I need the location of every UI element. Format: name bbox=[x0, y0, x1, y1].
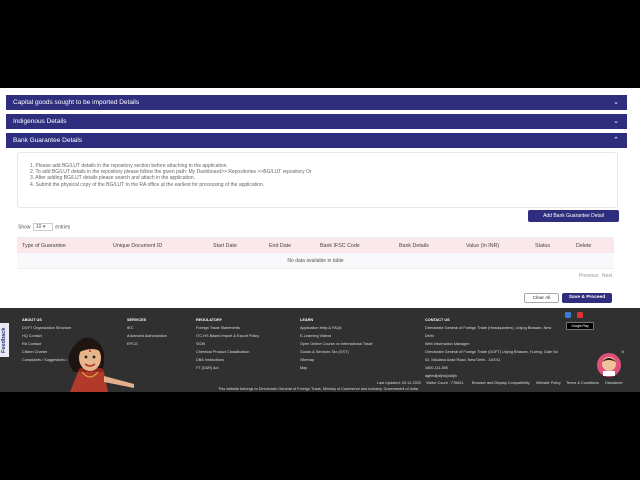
column-header[interactable]: Start Date bbox=[213, 238, 237, 254]
next-page-link[interactable]: Next bbox=[602, 273, 612, 279]
chevron-down-icon[interactable]: ⌄ bbox=[613, 114, 619, 129]
contact-email[interactable]: dgftedi[at]nic[dot]in bbox=[425, 372, 558, 380]
save-proceed-button[interactable]: Save & Proceed bbox=[562, 293, 612, 303]
visitor-count: Visitor Count : 776621 bbox=[426, 381, 464, 385]
chevron-down-icon[interactable]: ⌄ bbox=[613, 95, 619, 110]
footer-link[interactable]: E-Learning Videos bbox=[300, 332, 373, 340]
footer-link[interactable]: Sitemap bbox=[300, 356, 373, 364]
twitter-icon[interactable] bbox=[565, 312, 571, 318]
footer-heading: LEARN bbox=[300, 318, 314, 322]
disclaimer-link[interactable]: Disclaimer bbox=[605, 381, 623, 385]
accordion-bank-guarantee[interactable]: Bank Guarantee Details ⌃ bbox=[6, 133, 627, 148]
instructions-box: 1. Please add BG/LUT details in the repo… bbox=[17, 152, 618, 208]
footer-regulatory: REGULATORY Foreign Trade Statements ITC-… bbox=[196, 316, 259, 372]
contact-line: Directorate General of Foreign Trade (DG… bbox=[425, 350, 558, 354]
ownership-notice: This website belongs to Directorate Gene… bbox=[218, 387, 418, 391]
compatibility-link[interactable]: Browser and Display Compatibility bbox=[472, 381, 530, 385]
terms-link[interactable]: Terms & Conditions bbox=[566, 381, 599, 385]
assistant-avatar-illustration bbox=[68, 337, 134, 392]
entries-select[interactable]: 10 ▾ bbox=[32, 223, 53, 231]
last-updated: Last Updated: 03-12-2020 bbox=[377, 381, 422, 385]
footer-link[interactable]: Map bbox=[300, 364, 373, 372]
add-bank-guarantee-button[interactable]: Add Bank Guarantee Detail bbox=[528, 210, 619, 222]
footer-link[interactable]: SION bbox=[196, 340, 259, 348]
entries-label: entries bbox=[55, 224, 71, 231]
footer-heading: CONTACT US bbox=[425, 318, 450, 322]
feedback-label: Feedback bbox=[1, 327, 7, 353]
entries-value: 10 bbox=[35, 224, 42, 230]
accordion-title: Bank Guarantee Details bbox=[13, 137, 83, 144]
table-header: Type of Guarantee Unique Document ID Sta… bbox=[17, 237, 614, 253]
previous-page-link[interactable]: Previous bbox=[579, 273, 598, 279]
accordion-title: Indigenous Details bbox=[13, 118, 67, 125]
contact-line: 02, Maulana Azad Road, New Delhi - 11001… bbox=[425, 358, 501, 362]
chatbot-avatar-icon[interactable] bbox=[596, 352, 622, 378]
footer-link[interactable]: ITC-HS Based Import & Export Policy bbox=[196, 332, 259, 340]
footer-link[interactable]: Application Help & FAQs bbox=[300, 324, 373, 332]
contact-line: 1800-111-550 bbox=[425, 366, 449, 370]
footer-contact: CONTACT US Directorate General of Foreig… bbox=[425, 316, 558, 380]
chevron-up-icon[interactable]: ⌃ bbox=[613, 133, 619, 148]
bank-guarantee-table: Type of Guarantee Unique Document ID Sta… bbox=[17, 237, 614, 269]
footer-learn: LEARN Application Help & FAQs E-Learning… bbox=[300, 316, 373, 372]
instruction-line: 4. Submit the physical copy of the BG/LU… bbox=[30, 181, 265, 188]
contact-line: Directorate General of Foreign Trade (He… bbox=[425, 326, 552, 330]
footer-link[interactable]: Chemical Product Classification bbox=[196, 348, 259, 356]
show-entries: Show 10 ▾ entries bbox=[18, 223, 70, 231]
footer-heading: SERVICES bbox=[127, 318, 147, 322]
select-caret-icon: ▾ bbox=[42, 224, 46, 230]
footer-link[interactable]: Open Online Course on International Trad… bbox=[300, 340, 373, 348]
footer-link[interactable]: DBA Instructions bbox=[196, 356, 259, 364]
column-header[interactable]: Status bbox=[535, 238, 550, 254]
column-header[interactable]: Delete bbox=[576, 238, 591, 254]
footer-heading: REGULATORY bbox=[196, 318, 223, 322]
accordion-title: Capital goods sought to be imported Deta… bbox=[13, 99, 140, 106]
footer-link[interactable]: FT (D&R) Act bbox=[196, 364, 259, 372]
empty-table-message: No data available in table bbox=[17, 253, 614, 269]
column-header[interactable]: Bank Details bbox=[399, 238, 429, 254]
google-play-badge[interactable]: Google Play bbox=[566, 322, 594, 330]
youtube-icon[interactable] bbox=[577, 312, 583, 318]
accordion-capital-goods[interactable]: Capital goods sought to be imported Deta… bbox=[6, 95, 627, 110]
column-header[interactable]: Bank IFSC Code bbox=[320, 238, 360, 254]
column-header[interactable]: End Date bbox=[269, 238, 291, 254]
application-screen: Capital goods sought to be imported Deta… bbox=[0, 88, 640, 392]
footer-heading: ABOUT US bbox=[22, 318, 42, 322]
column-header[interactable]: Value (In INR) bbox=[466, 238, 499, 254]
clear-all-button[interactable]: Clear All bbox=[524, 293, 559, 303]
contact-line: Delhi bbox=[425, 334, 434, 338]
show-label: Show bbox=[18, 224, 31, 231]
footer-link[interactable]: Goods & Services Tax (GST) bbox=[300, 348, 373, 356]
feedback-tab[interactable]: Feedback bbox=[0, 323, 9, 357]
column-header[interactable]: Type of Guarantee bbox=[22, 238, 66, 254]
accordion-indigenous[interactable]: Indigenous Details ⌄ bbox=[6, 114, 627, 129]
contact-line: Web Information Manager: bbox=[425, 342, 470, 346]
column-header[interactable]: Unique Document ID bbox=[113, 238, 162, 254]
website-policy-link[interactable]: Website Policy bbox=[536, 381, 561, 385]
footer-link[interactable]: Foreign Trade Statements bbox=[196, 324, 259, 332]
